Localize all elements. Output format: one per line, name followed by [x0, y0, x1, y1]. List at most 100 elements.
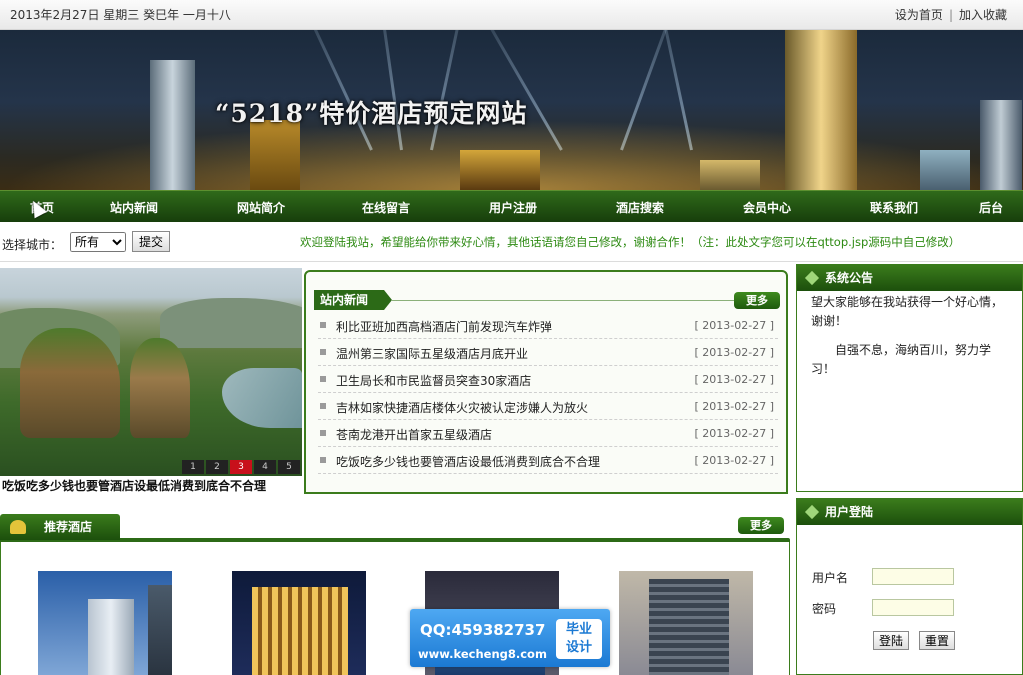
news-item-date: [ 2013-02-27 ]: [694, 319, 774, 332]
user-login-panel: 用户登陆 用户名 密码 登陆 重置: [796, 498, 1023, 675]
site-title: “5218”特价酒店预定网站: [215, 99, 528, 128]
slider-pager: 1 2 3 4 5: [180, 460, 300, 474]
news-panel-title: 站内新闻: [314, 290, 392, 310]
nav-register[interactable]: 用户注册: [489, 199, 537, 216]
news-item[interactable]: 苍南龙港开出首家五星级酒店 [ 2013-02-27 ]: [318, 420, 778, 447]
news-item-title[interactable]: 利比亚班加西高档酒店门前发现汽车炸弹: [336, 318, 552, 335]
news-panel: 站内新闻 更多 利比亚班加西高档酒店门前发现汽车炸弹 [ 2013-02-27 ]…: [304, 270, 788, 494]
square-bullet-icon: [320, 349, 326, 355]
ifc-tower: [785, 30, 857, 190]
hotel-thumbnail-4[interactable]: [619, 571, 753, 675]
hotel-building: [649, 579, 729, 675]
bank-tower: [150, 60, 195, 190]
top-link-separator: |: [948, 8, 953, 22]
news-list: 利比亚班加西高档酒店门前发现汽车炸弹 [ 2013-02-27 ] 温州第三家国际…: [318, 312, 778, 474]
hotel-building: [252, 587, 348, 675]
city-label: 选择城市：: [2, 238, 63, 252]
hotel-building: [148, 585, 172, 675]
slider-page-5[interactable]: 5: [278, 460, 300, 474]
nav-news[interactable]: 站内新闻: [110, 199, 158, 216]
reset-button[interactable]: 重置: [919, 631, 955, 650]
news-more-button[interactable]: 更多: [734, 292, 780, 309]
square-bullet-icon: [320, 376, 326, 382]
news-item-date: [ 2013-02-27 ]: [694, 427, 774, 440]
slider-page-3[interactable]: 3: [230, 460, 252, 474]
password-input[interactable]: [872, 599, 954, 616]
news-item[interactable]: 吉林如家快捷酒店楼体火灾被认定涉嫌人为放火 [ 2013-02-27 ]: [318, 393, 778, 420]
news-item[interactable]: 吃饭吃多少钱也要管酒店设最低消费到底合不合理 [ 2013-02-27 ]: [318, 447, 778, 474]
city-search-bar: 选择城市： 所有 提交 欢迎登陆我站，希望能给你带来好心情，其他话语请您自己修改…: [0, 222, 1023, 262]
login-icon: [804, 504, 820, 520]
slider-caption[interactable]: 吃饭吃多少钱也要管酒店设最低消费到底合不合理: [2, 477, 266, 494]
square-bullet-icon: [320, 430, 326, 436]
hotel-building: [88, 599, 134, 675]
watermark-site: www.kecheng8.com: [418, 647, 547, 661]
hotel-thumbnail-2[interactable]: [232, 571, 366, 675]
hotels-more-button[interactable]: 更多: [738, 517, 784, 534]
hotels-icon: [10, 520, 26, 534]
river-shape: [222, 368, 302, 428]
username-label: 用户名: [812, 571, 849, 585]
nav-hotel-search[interactable]: 酒店搜索: [616, 199, 664, 216]
watermark-badge: QQ:459382737 www.kecheng8.com 毕业 设计: [410, 609, 610, 667]
system-notice-panel: 系统公告 望大家能够在我站获得一个好心情，谢谢！ 自强不息，海纳百川，努力学习！: [796, 264, 1023, 492]
username-input[interactable]: [872, 568, 954, 585]
lit-building: [920, 150, 970, 190]
square-bullet-icon: [320, 403, 326, 409]
square-bullet-icon: [320, 322, 326, 328]
cliff-shape: [20, 328, 120, 438]
watermark-logo: 毕业 设计: [556, 619, 602, 659]
lit-building: [460, 150, 540, 190]
current-date: 2013年2月27日 星期三 癸巳年 一月十八: [10, 8, 231, 22]
news-divider: [392, 300, 734, 301]
submit-button[interactable]: 提交: [132, 231, 170, 252]
notice-text-1: 望大家能够在我站获得一个好心情，谢谢！: [811, 295, 1004, 328]
slider-page-2[interactable]: 2: [206, 460, 228, 474]
cliff-shape: [130, 338, 190, 438]
news-item-title[interactable]: 吃饭吃多少钱也要管酒店设最低消费到底合不合理: [336, 453, 600, 470]
top-bar: 2013年2月27日 星期三 癸巳年 一月十八 设为首页 | 加入收藏: [0, 0, 1023, 30]
news-item-date: [ 2013-02-27 ]: [694, 454, 774, 467]
news-item-title[interactable]: 苍南龙港开出首家五星级酒店: [336, 426, 492, 443]
password-label: 密码: [812, 602, 837, 616]
news-item-title[interactable]: 吉林如家快捷酒店楼体火灾被认定涉嫌人为放火: [336, 399, 588, 416]
hotels-section-title: 推荐酒店: [44, 520, 93, 534]
login-button[interactable]: 登陆: [873, 631, 909, 650]
watermark-qq: QQ:459382737: [420, 621, 546, 639]
hotel-thumbnail-1[interactable]: [38, 571, 172, 675]
add-favorite-link[interactable]: 加入收藏: [959, 8, 1007, 22]
mountain-shape: [160, 298, 302, 348]
nav-guestbook[interactable]: 在线留言: [362, 199, 410, 216]
slider-page-1[interactable]: 1: [182, 460, 204, 474]
notice-scroll-content: 望大家能够在我站获得一个好心情，谢谢！ 自强不息，海纳百川，努力学习！: [811, 293, 1014, 379]
set-home-link[interactable]: 设为首页: [895, 8, 943, 22]
nav-contact[interactable]: 联系我们: [870, 199, 918, 216]
nav-admin[interactable]: 后台: [979, 199, 1003, 216]
news-item-date: [ 2013-02-27 ]: [694, 373, 774, 386]
spire-building: [980, 100, 1022, 190]
welcome-message: 欢迎登陆我站，希望能给你带来好心情，其他话语请您自己修改，谢谢合作！（注：此处文…: [300, 235, 961, 249]
hotels-section-tab: 推荐酒店: [0, 514, 120, 540]
slider-page-4[interactable]: 4: [254, 460, 276, 474]
news-item[interactable]: 卫生局长和市民监督员突查30家酒店 [ 2013-02-27 ]: [318, 366, 778, 393]
news-item-date: [ 2013-02-27 ]: [694, 346, 774, 359]
nav-member-center[interactable]: 会员中心: [743, 199, 791, 216]
nav-about[interactable]: 网站简介: [237, 199, 285, 216]
watermark-logo-line-2: 设计: [565, 640, 592, 655]
city-select[interactable]: 所有: [70, 232, 126, 252]
square-bullet-icon: [320, 457, 326, 463]
news-item-title[interactable]: 温州第三家国际五星级酒店月底开业: [336, 345, 528, 362]
notice-panel-title: 系统公告: [825, 271, 874, 285]
news-item-title[interactable]: 卫生局长和市民监督员突查30家酒店: [336, 372, 531, 389]
login-panel-title: 用户登陆: [825, 505, 874, 519]
news-item[interactable]: 温州第三家国际五星级酒店月底开业 [ 2013-02-27 ]: [318, 339, 778, 366]
notice-text-2: 自强不息，海纳百川，努力学习！: [811, 343, 992, 376]
news-item-date: [ 2013-02-27 ]: [694, 400, 774, 413]
news-item[interactable]: 利比亚班加西高档酒店门前发现汽车炸弹 [ 2013-02-27 ]: [318, 312, 778, 339]
site-banner: “5218”特价酒店预定网站: [0, 30, 1023, 190]
notice-panel-header: 系统公告: [797, 265, 1022, 291]
lit-building: [250, 120, 300, 190]
login-panel-header: 用户登陆: [797, 499, 1022, 525]
watermark-logo-line-1: 毕业: [565, 622, 592, 637]
image-slider[interactable]: 1 2 3 4 5: [0, 268, 302, 476]
